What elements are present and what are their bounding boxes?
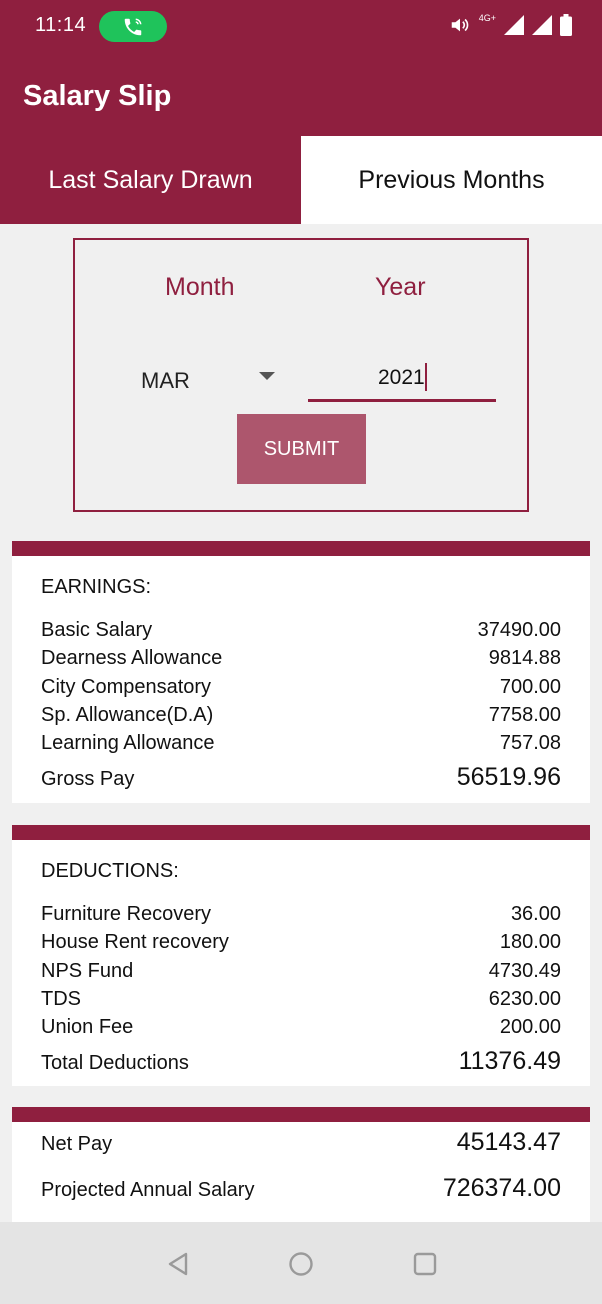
deduction-label: NPS Fund bbox=[41, 960, 134, 982]
status-icons: 4G+ bbox=[449, 13, 572, 36]
deduction-amount: 180.00 bbox=[499, 931, 561, 953]
deductions-heading: DEDUCTIONS: bbox=[41, 860, 179, 882]
earning-label: Basic Salary bbox=[41, 619, 153, 641]
deduction-row: NPS Fund 4730.49 bbox=[41, 960, 561, 988]
earnings-heading: EARNINGS: bbox=[41, 576, 152, 598]
deduction-label: TDS bbox=[41, 988, 81, 1010]
page-title: Salary Slip bbox=[23, 80, 172, 112]
projected-salary-amount: 726374.00 bbox=[442, 1174, 561, 1202]
tab-last-salary-drawn[interactable]: Last Salary Drawn bbox=[0, 136, 301, 224]
year-label: Year bbox=[375, 273, 426, 301]
earning-label: Sp. Allowance(D.A) bbox=[41, 704, 214, 726]
status-time: 11:14 bbox=[35, 14, 87, 36]
summary-band bbox=[12, 1107, 590, 1122]
net-pay-label: Net Pay bbox=[41, 1133, 113, 1155]
submit-button[interactable]: SUBMIT bbox=[237, 414, 366, 484]
year-input[interactable]: 2021 bbox=[308, 358, 496, 402]
earning-row: Basic Salary 37490.00 bbox=[41, 619, 561, 647]
system-navigation-bar bbox=[0, 1222, 602, 1304]
earning-row: Sp. Allowance(D.A) 7758.00 bbox=[41, 704, 561, 732]
battery-icon bbox=[560, 14, 572, 36]
gross-pay-amount: 56519.96 bbox=[456, 763, 561, 791]
text-cursor bbox=[425, 363, 427, 391]
total-deductions-row: Total Deductions 11376.49 bbox=[41, 1047, 561, 1080]
volume-icon bbox=[451, 18, 469, 32]
dropdown-arrow-icon[interactable] bbox=[259, 372, 275, 380]
earning-amount: 37490.00 bbox=[477, 619, 561, 641]
month-selected-value: MAR bbox=[141, 368, 190, 393]
earning-row: Learning Allowance 757.08 bbox=[41, 732, 561, 760]
month-label: Month bbox=[165, 273, 235, 301]
total-deductions-label: Total Deductions bbox=[41, 1052, 189, 1074]
tab-previous-months[interactable]: Previous Months bbox=[301, 136, 602, 224]
deduction-row: Union Fee 200.00 bbox=[41, 1016, 561, 1044]
network-type-label: 4G+ bbox=[478, 13, 496, 23]
projected-salary-row: Projected Annual Salary 726374.00 bbox=[41, 1174, 561, 1207]
deduction-row: House Rent recovery 180.00 bbox=[41, 931, 561, 959]
deduction-label: Union Fee bbox=[41, 1016, 134, 1038]
gross-pay-label: Gross Pay bbox=[41, 768, 135, 790]
status-bar: 11:14 4G+ bbox=[0, 0, 602, 54]
earning-amount: 700.00 bbox=[499, 676, 561, 698]
earning-label: City Compensatory bbox=[41, 676, 212, 698]
app-bar: Salary Slip bbox=[0, 54, 602, 136]
year-input-value: 2021 bbox=[378, 366, 425, 389]
net-pay-amount: 45143.47 bbox=[456, 1128, 561, 1156]
earning-amount: 757.08 bbox=[499, 732, 561, 754]
summary-card: Net Pay 45143.47 Projected Annual Salary… bbox=[12, 1122, 590, 1222]
projected-salary-label: Projected Annual Salary bbox=[41, 1179, 255, 1201]
total-deductions-amount: 11376.49 bbox=[458, 1047, 561, 1075]
recents-icon[interactable] bbox=[411, 1250, 439, 1278]
deduction-amount: 4730.49 bbox=[488, 960, 561, 982]
deduction-label: House Rent recovery bbox=[41, 931, 229, 953]
deductions-band bbox=[12, 825, 590, 840]
month-year-filter-card: Month Year MAR 2021 SUBMIT bbox=[73, 238, 529, 512]
earning-amount: 7758.00 bbox=[488, 704, 561, 726]
gross-pay-row: Gross Pay 56519.96 bbox=[41, 763, 561, 796]
earning-row: City Compensatory 700.00 bbox=[41, 676, 561, 704]
deduction-amount: 36.00 bbox=[510, 903, 561, 925]
deduction-row: Furniture Recovery 36.00 bbox=[41, 903, 561, 931]
earning-row: Dearness Allowance 9814.88 bbox=[41, 647, 561, 675]
earning-label: Learning Allowance bbox=[41, 732, 215, 754]
home-icon[interactable] bbox=[287, 1250, 315, 1278]
earnings-card: EARNINGS: Basic Salary 37490.00 Dearness… bbox=[12, 556, 590, 803]
deduction-label: Furniture Recovery bbox=[41, 903, 212, 925]
deduction-amount: 6230.00 bbox=[488, 988, 561, 1010]
deduction-row: TDS 6230.00 bbox=[41, 988, 561, 1016]
deductions-card: DEDUCTIONS: Furniture Recovery 36.00 Hou… bbox=[12, 840, 590, 1086]
deduction-amount: 200.00 bbox=[499, 1016, 561, 1038]
net-pay-row: Net Pay 45143.47 bbox=[41, 1128, 561, 1161]
signal-roaming-icon bbox=[532, 15, 552, 35]
ongoing-call-indicator[interactable] bbox=[99, 11, 167, 42]
earning-label: Dearness Allowance bbox=[41, 647, 223, 669]
month-dropdown[interactable]: MAR bbox=[141, 364, 281, 398]
earnings-band bbox=[12, 541, 590, 556]
signal-icon bbox=[504, 15, 524, 35]
phone-icon bbox=[124, 17, 142, 35]
earning-amount: 9814.88 bbox=[488, 647, 561, 669]
back-icon[interactable] bbox=[164, 1250, 192, 1278]
tab-bar: Last Salary Drawn Previous Months bbox=[0, 136, 602, 224]
